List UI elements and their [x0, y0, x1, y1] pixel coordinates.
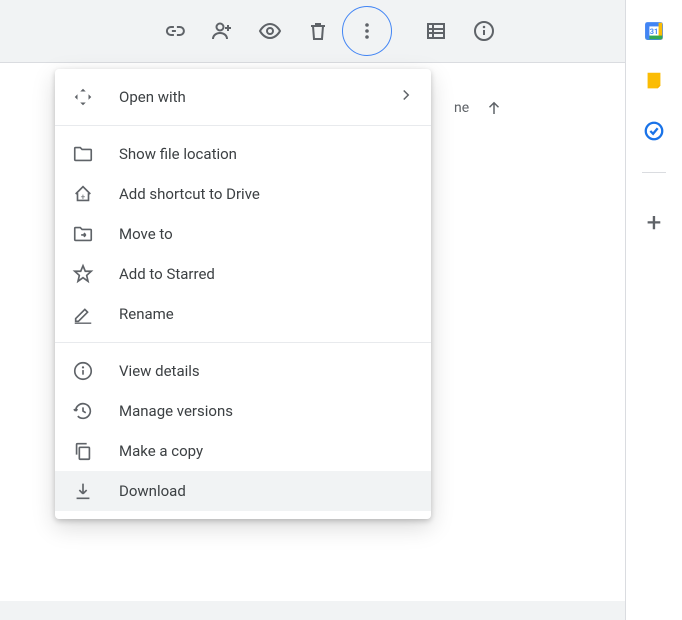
history-icon: [71, 399, 95, 423]
tasks-app-icon[interactable]: [643, 120, 665, 142]
menu-make-copy[interactable]: Make a copy: [55, 431, 431, 471]
add-app-button[interactable]: +: [634, 203, 674, 243]
menu-add-shortcut[interactable]: + Add shortcut to Drive: [55, 174, 431, 214]
star-icon: [71, 262, 95, 286]
menu-label: Manage versions: [119, 402, 415, 420]
side-panel: 31 +: [625, 0, 682, 620]
more-actions-button[interactable]: [342, 6, 392, 56]
menu-move-to[interactable]: Move to: [55, 214, 431, 254]
svg-text:31: 31: [650, 27, 658, 36]
column-header-partial: ne: [454, 99, 503, 117]
download-icon: [71, 479, 95, 503]
view-details-button[interactable]: [460, 7, 508, 55]
menu-label: Rename: [119, 305, 415, 323]
list-view-button[interactable]: [412, 7, 460, 55]
menu-manage-versions[interactable]: Manage versions: [55, 391, 431, 431]
chevron-right-icon: [397, 86, 415, 108]
menu-show-file-location[interactable]: Show file location: [55, 134, 431, 174]
menu-divider: [55, 125, 431, 126]
menu-label: Make a copy: [119, 442, 415, 460]
menu-label: Download: [119, 482, 415, 500]
side-divider: [642, 172, 666, 173]
menu-divider: [55, 342, 431, 343]
svg-text:+: +: [81, 193, 86, 203]
menu-add-starred[interactable]: Add to Starred: [55, 254, 431, 294]
menu-label: Add to Starred: [119, 265, 415, 283]
arrow-up-icon: [485, 99, 503, 117]
shortcut-icon: +: [71, 182, 95, 206]
partial-text: ne: [454, 100, 469, 116]
calendar-app-icon[interactable]: 31: [643, 20, 665, 42]
context-menu: Open with Show file location + Add short…: [55, 69, 431, 519]
keep-app-icon[interactable]: [643, 70, 665, 92]
menu-label: Show file location: [119, 145, 415, 163]
menu-view-details[interactable]: View details: [55, 351, 431, 391]
get-link-button[interactable]: [150, 7, 198, 55]
menu-download[interactable]: Download: [55, 471, 431, 511]
menu-label: Add shortcut to Drive: [119, 185, 415, 203]
rename-icon: [71, 302, 95, 326]
menu-label: Move to: [119, 225, 415, 243]
remove-button[interactable]: [294, 7, 342, 55]
toolbar: [0, 0, 682, 62]
menu-open-with[interactable]: Open with: [55, 77, 431, 117]
menu-label: View details: [119, 362, 415, 380]
copy-icon: [71, 439, 95, 463]
menu-label: Open with: [119, 88, 397, 106]
preview-button[interactable]: [246, 7, 294, 55]
folder-icon: [71, 142, 95, 166]
move-icon: [71, 222, 95, 246]
info-icon: [71, 359, 95, 383]
share-button[interactable]: [198, 7, 246, 55]
content-area: ne Open with Show file location + Add sh…: [0, 62, 682, 601]
menu-rename[interactable]: Rename: [55, 294, 431, 334]
open-with-icon: [71, 85, 95, 109]
